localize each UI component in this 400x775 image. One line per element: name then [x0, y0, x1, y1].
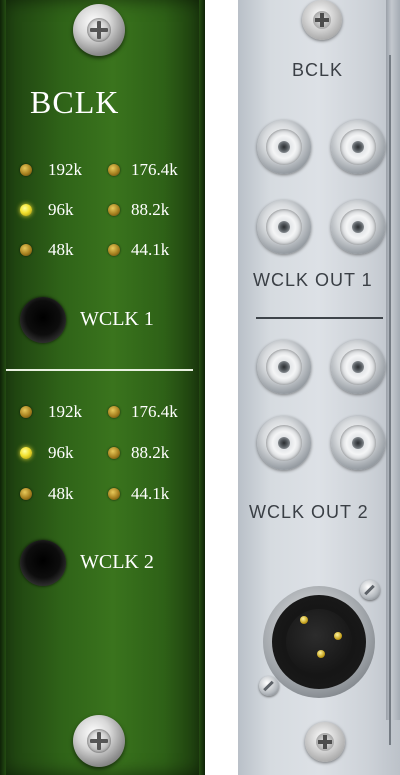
- led-192k-icon: [20, 406, 32, 418]
- front-panel: BCLK 192k 176.4k 96k 88.2k 48k 44.1k WCL…: [0, 0, 205, 775]
- wclk1-jack-icon[interactable]: [20, 297, 66, 343]
- led-48k-icon: [20, 488, 32, 500]
- rate-row: 96k 88.2k: [20, 443, 195, 463]
- xlr-screw-icon: [360, 580, 380, 600]
- wclk-out2-label: WCLK OUT 2: [249, 502, 369, 522]
- rate-label: 96k: [48, 443, 74, 462]
- xlr-insert: [286, 609, 352, 675]
- led-96k-icon: [20, 447, 32, 459]
- bnc-connector-icon[interactable]: [331, 340, 385, 394]
- led-176k-icon: [108, 406, 120, 418]
- rate-label: 176.4k: [131, 160, 178, 179]
- led-176k-icon: [108, 164, 120, 176]
- led-88k-icon: [108, 447, 120, 459]
- panel-title: BCLK: [30, 84, 120, 120]
- bnc-connector-icon[interactable]: [331, 120, 385, 174]
- rate-label: 88.2k: [131, 200, 170, 219]
- xlr-screw-icon: [259, 676, 279, 696]
- rear-panel-seam: [389, 55, 391, 745]
- led-88k-icon: [108, 204, 120, 216]
- bnc-connector-icon[interactable]: [331, 416, 385, 470]
- bnc-connector-icon[interactable]: [257, 416, 311, 470]
- wclk2-label: WCLK 2: [80, 551, 154, 573]
- rate-label: 192k: [48, 402, 82, 421]
- panel-edge-left: [0, 0, 6, 775]
- rear-bclk-label: BCLK: [292, 60, 344, 80]
- rate-row: 48k 44.1k: [20, 240, 195, 260]
- bottom-screw-icon: [73, 715, 125, 767]
- rate-row: 48k 44.1k: [20, 484, 195, 504]
- wclk1-label: WCLK 1: [80, 308, 154, 330]
- panel-divider: [6, 369, 193, 371]
- wclk2-jack-icon[interactable]: [20, 540, 66, 586]
- rate-label: 48k: [48, 240, 74, 259]
- rear-divider: [256, 317, 383, 319]
- led-96k-icon: [20, 204, 32, 216]
- rate-label: 44.1k: [131, 240, 170, 259]
- rate-row: 96k 88.2k: [20, 200, 195, 220]
- rate-label: 44.1k: [131, 484, 170, 503]
- top-screw-icon: [73, 4, 125, 56]
- rate-label: 176.4k: [131, 402, 178, 421]
- xlr-pin-icon: [334, 632, 342, 640]
- rate-row: 192k 176.4k: [20, 160, 195, 180]
- led-48k-icon: [20, 244, 32, 256]
- led-192k-icon: [20, 164, 32, 176]
- rear-top-screw-icon: [302, 0, 342, 40]
- led-44k-icon: [108, 244, 120, 256]
- rear-bottom-screw-icon: [305, 722, 345, 762]
- panel-edge-right: [199, 0, 205, 775]
- led-44k-icon: [108, 488, 120, 500]
- xlr-pin-icon: [300, 616, 308, 624]
- bnc-connector-icon[interactable]: [257, 120, 311, 174]
- rate-label: 48k: [48, 484, 74, 503]
- wclk-out1-label: WCLK OUT 1: [253, 270, 373, 290]
- rate-label: 192k: [48, 160, 82, 179]
- bnc-connector-icon[interactable]: [331, 200, 385, 254]
- bnc-connector-icon[interactable]: [257, 200, 311, 254]
- rate-label: 96k: [48, 200, 74, 219]
- xlr-pin-icon: [317, 650, 325, 658]
- rate-row: 192k 176.4k: [20, 402, 195, 422]
- rate-label: 88.2k: [131, 443, 170, 462]
- bnc-connector-icon[interactable]: [257, 340, 311, 394]
